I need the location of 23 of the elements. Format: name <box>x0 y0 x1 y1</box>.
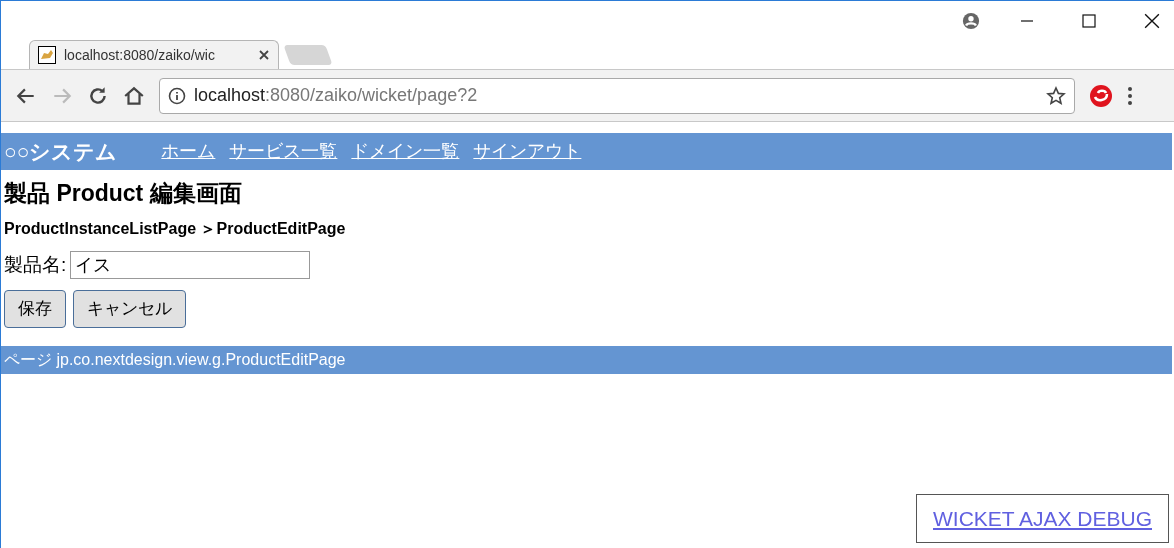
brand-title: ○○システム <box>4 138 118 165</box>
close-icon[interactable] <box>1144 13 1160 29</box>
tab-title: localhost:8080/zaiko/wic <box>64 45 215 65</box>
close-tab-icon[interactable] <box>258 49 270 61</box>
page-title: 製品 Product 編集画面 <box>4 179 243 208</box>
reload-icon[interactable] <box>87 84 109 107</box>
info-icon[interactable] <box>168 86 186 105</box>
product-name-field[interactable]: イス <box>70 250 311 279</box>
browser-tab[interactable]: localhost:8080/zaiko/wic <box>29 40 279 69</box>
extension-icon[interactable] <box>1089 83 1113 108</box>
breadcrumb: ProductInstanceListPage ＞ProductEditPage <box>4 218 347 239</box>
url-text: localhost:8080/zaiko/wicket/page?2 <box>194 84 478 107</box>
home-icon[interactable] <box>123 84 145 107</box>
debug-link[interactable]: WICKET AJAX DEBUG <box>916 493 1169 543</box>
star-icon[interactable] <box>1046 85 1066 106</box>
account-icon[interactable] <box>962 12 980 30</box>
address-bar[interactable]: localhost:8080/zaiko/wicket/page?2 <box>159 77 1075 114</box>
form-button[interactable]: 保存 <box>4 290 66 328</box>
page-class-text: ページ jp.co.nextdesign.view.g.ProductEditPage <box>4 350 346 370</box>
maximize-icon[interactable] <box>1082 14 1096 28</box>
field-label: 製品名: <box>4 252 67 277</box>
menu-icon[interactable] <box>1127 85 1133 106</box>
form-button[interactable]: キャンセル <box>73 290 186 328</box>
